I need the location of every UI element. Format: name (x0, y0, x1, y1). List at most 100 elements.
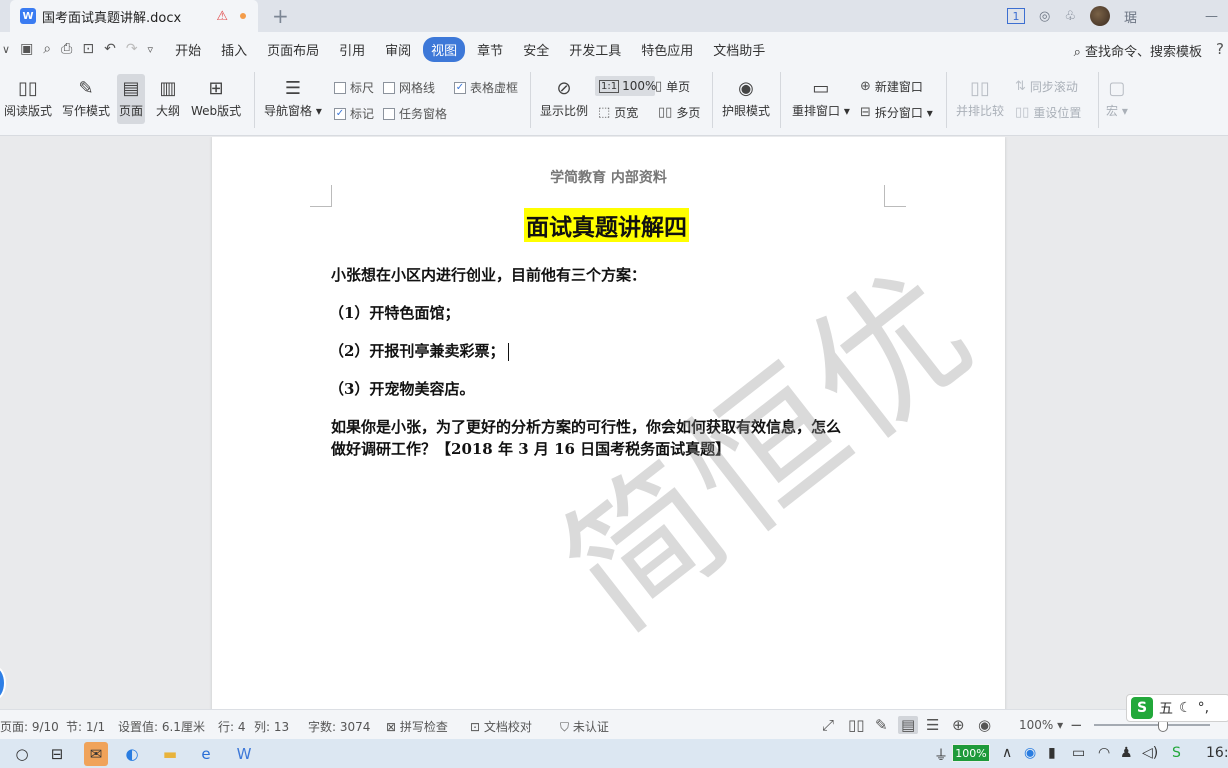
outline-view-icon[interactable]: ☰ (926, 716, 939, 734)
wps-writer-taskbar-icon[interactable]: W (232, 742, 256, 766)
document-page[interactable]: 学简教育 内部资料 面试真题讲解四 小张想在小区内进行创业，目前他有三个方案： … (212, 137, 1005, 709)
menu-special-apps[interactable]: 特色应用 (633, 37, 701, 62)
wechat-icon[interactable]: ✉ (84, 742, 108, 766)
title-tab-bar: W 国考面试真题讲解.docx ⚠ + 1 ◎ ♧ 琚 — (0, 0, 1228, 32)
menu-doc-assistant[interactable]: 文档助手 (705, 37, 773, 62)
web-view-button[interactable]: ⊞ Web版式 (191, 74, 241, 119)
menu-insert[interactable]: 插入 (213, 37, 255, 62)
doc-proof-button[interactable]: ⊡ 文档校对 (470, 718, 532, 735)
task-view-icon[interactable]: ⊟ (45, 742, 69, 766)
volume-icon[interactable]: ◁) (1142, 745, 1158, 761)
eye-protect-button[interactable]: ◉ 护眼模式 (722, 74, 770, 119)
sync-scroll-button[interactable]: ⇅ 同步滚动 (1015, 78, 1078, 95)
page-view-button[interactable]: ▤ 页面 (117, 74, 146, 124)
menu-review[interactable]: 审阅 (377, 37, 419, 62)
paragraph-option-2-text: （2）开报刊亭兼卖彩票； (329, 342, 505, 360)
microphone-icon[interactable]: ▮ (1048, 745, 1056, 761)
eye-protect-icon[interactable]: ◉ (978, 716, 991, 734)
menu-page-layout[interactable]: 页面布局 (259, 37, 327, 62)
customize-icon[interactable]: ▿ (148, 43, 154, 56)
command-search[interactable]: ⌕ 查找命令、搜索模板 (1074, 41, 1202, 60)
outline-view-button[interactable]: ▥ 大纲 (156, 74, 180, 119)
new-window-button[interactable]: ⊕ 新建窗口 (860, 78, 923, 95)
gridlines-checkbox[interactable]: 网格线 (383, 79, 435, 96)
print-icon[interactable]: ⎙ (61, 41, 72, 57)
save-icon[interactable]: ▣ (20, 41, 33, 57)
keyboard-icon[interactable]: ▭ (1072, 745, 1085, 761)
split-window-button[interactable]: ⊟ 拆分窗口 ▾ (860, 104, 933, 121)
menu-chapter[interactable]: 章节 (469, 37, 511, 62)
menu-home[interactable]: 开始 (167, 37, 209, 62)
zoom-dropdown[interactable]: 100% ▾ (1019, 718, 1063, 732)
write-mode-button[interactable]: ✎ 写作模式 (62, 74, 110, 119)
tray-app-icon[interactable]: ◉ (1024, 745, 1036, 761)
status-page[interactable]: 页面: 9/10 (0, 718, 59, 735)
macro-button[interactable]: ▢ 宏 ▾ (1106, 74, 1128, 119)
certification-label: 未认证 (572, 720, 609, 734)
sogou-ime-icon[interactable]: S (1131, 697, 1153, 719)
document-workspace[interactable]: 学简教育 内部资料 面试真题讲解四 小张想在小区内进行创业，目前他有三个方案： … (0, 137, 1228, 709)
zoom-100-button[interactable]: 1:1 100% (595, 76, 656, 96)
avatar[interactable] (1089, 6, 1110, 26)
zoom-out-icon[interactable]: − (1070, 716, 1083, 734)
page-width-button[interactable]: ⬚ 页宽 (598, 104, 638, 121)
format-painter-icon[interactable]: ⌕ (43, 41, 51, 57)
table-gridlines-checkbox[interactable]: ✓ 表格虚框 (454, 79, 518, 96)
qq-icon[interactable]: ♟ (1120, 745, 1133, 761)
print-preview-icon[interactable]: ⊡ (82, 41, 94, 57)
write-mode-icon[interactable]: ✎ (875, 716, 888, 734)
spellcheck-button[interactable]: ⊠ 拼写检查 (386, 718, 448, 735)
clock[interactable]: 16:4 (1206, 745, 1228, 761)
window-count-badge[interactable]: 1 (1006, 8, 1025, 24)
ime-mode[interactable]: 五 (1159, 698, 1173, 718)
redo-icon[interactable]: ↷ (126, 41, 138, 57)
status-word-count[interactable]: 字数: 3074 (308, 718, 370, 735)
new-tab-button[interactable]: + (272, 4, 289, 28)
browser-icon[interactable]: ◐ (120, 742, 144, 766)
read-mode-button[interactable]: ▯▯ 阅读版式 (4, 74, 52, 119)
menu-references[interactable]: 引用 (331, 37, 373, 62)
document-tab[interactable]: W 国考面试真题讲解.docx ⚠ (10, 0, 258, 32)
single-page-button[interactable]: ▯ 单页 (655, 78, 690, 95)
page-view-icon[interactable]: ▤ (898, 716, 919, 734)
side-by-side-button[interactable]: ▯▯ 并排比较 (956, 74, 1004, 119)
warning-icon[interactable]: ⚠ (216, 9, 228, 24)
nav-pane-button[interactable]: ☰ 导航窗格 ▾ (264, 74, 322, 119)
sogou-tray-icon[interactable]: S (1172, 745, 1181, 761)
reset-position-button[interactable]: ▯▯ 重设位置 (1015, 104, 1081, 121)
chevron-up-icon[interactable]: ∧ (1002, 745, 1012, 761)
task-pane-checkbox[interactable]: 任务窗格 (383, 105, 447, 122)
margin-corner-mark (310, 185, 332, 207)
zoom-ratio-button[interactable]: ⊘ 显示比例 (540, 74, 588, 119)
reset-position-label: 重设位置 (1033, 106, 1082, 120)
markers-checkbox[interactable]: ✓ 标记 (334, 105, 374, 122)
status-setting[interactable]: 设置值: 6.1厘米 (118, 718, 205, 735)
menu-developer[interactable]: 开发工具 (561, 37, 629, 62)
file-explorer-icon[interactable]: ▬ (158, 742, 182, 766)
status-section[interactable]: 节: 1/1 (66, 718, 105, 735)
undo-icon[interactable]: ↶ (104, 41, 116, 57)
web-view-icon[interactable]: ⊕ (952, 716, 965, 734)
punctuation-icon[interactable]: °, (1198, 700, 1209, 716)
minimize-icon[interactable]: — (1205, 9, 1218, 24)
chevron-down-icon[interactable]: ∨ (2, 43, 10, 56)
shield-icon: ⛉ (560, 720, 570, 734)
zoom-slider-track[interactable] (1094, 724, 1210, 726)
shirt-icon[interactable]: ♧ (1064, 9, 1076, 24)
rearrange-window-button[interactable]: ▭ 重排窗口 ▾ (792, 74, 850, 119)
multi-page-button[interactable]: ▯▯ 多页 (658, 104, 700, 121)
user-name[interactable]: 琚 (1124, 7, 1137, 26)
certification-status[interactable]: ⛉ 未认证 (560, 718, 609, 735)
battery-indicator[interactable]: 100% (952, 744, 990, 762)
skin-icon[interactable]: ◎ (1039, 9, 1050, 24)
fullscreen-icon[interactable]: ⤢ (822, 716, 834, 734)
read-mode-icon[interactable]: ▯▯ (848, 716, 865, 734)
menu-security[interactable]: 安全 (515, 37, 557, 62)
edge-icon[interactable]: e (194, 742, 218, 766)
ruler-checkbox[interactable]: 标尺 (334, 79, 374, 96)
cortana-search-icon[interactable]: ○ (10, 742, 34, 766)
help-icon[interactable]: ? (1216, 40, 1224, 58)
wifi-icon[interactable]: ◠ (1098, 745, 1110, 761)
moon-icon[interactable]: ☾ (1179, 700, 1192, 716)
menu-view[interactable]: 视图 (423, 36, 466, 62)
